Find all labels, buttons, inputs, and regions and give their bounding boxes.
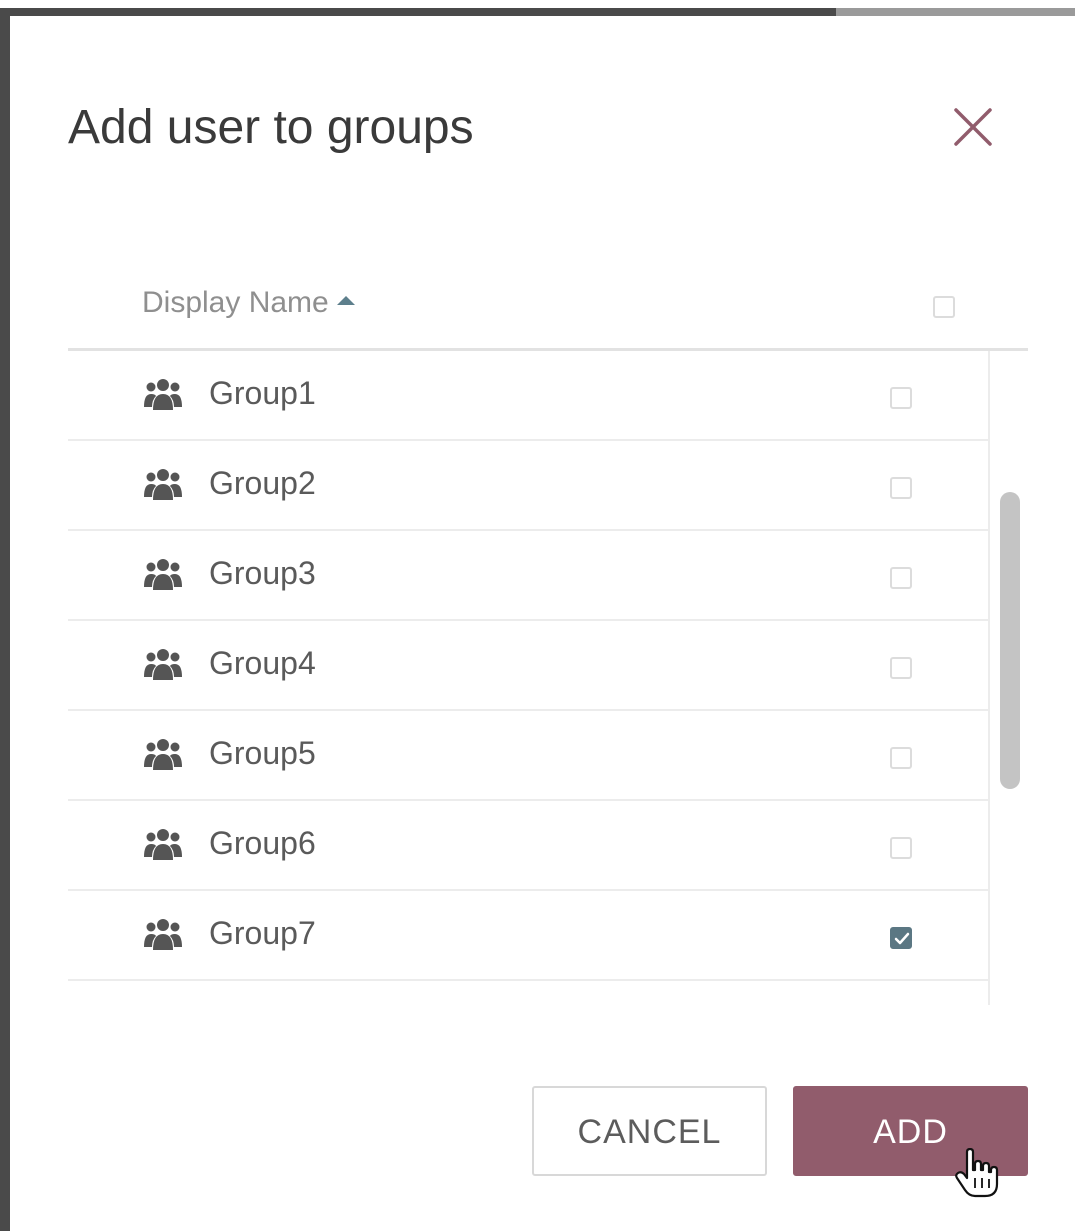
- group-name: Group3: [209, 555, 316, 591]
- hand-pointer-cursor-icon: [955, 1148, 999, 1198]
- display-name-column-label: Display Name: [142, 286, 329, 319]
- display-name-column-header[interactable]: Display Name: [142, 286, 355, 320]
- group-icon: [144, 559, 182, 590]
- dialog-window: Add user to groups Display Name Group1 G…: [0, 0, 1075, 1231]
- group-checkbox-checked[interactable]: [890, 927, 912, 949]
- group-name: Group1: [209, 375, 316, 411]
- group-row[interactable]: Group1: [68, 351, 988, 441]
- cancel-button[interactable]: CANCEL: [532, 1086, 767, 1176]
- sort-ascending-icon: [336, 295, 355, 305]
- group-checkbox[interactable]: [890, 477, 912, 499]
- group-icon: [144, 649, 182, 680]
- group-row[interactable]: Group4: [68, 621, 988, 711]
- window-top-edge-light: [836, 8, 1075, 16]
- group-row[interactable]: Group2: [68, 441, 988, 531]
- group-checkbox[interactable]: [890, 837, 912, 859]
- group-name: Group2: [209, 465, 316, 501]
- group-icon: [144, 829, 182, 860]
- group-checkbox[interactable]: [890, 567, 912, 589]
- group-name: Group5: [209, 735, 316, 771]
- group-row[interactable]: Group3: [68, 531, 988, 621]
- close-button[interactable]: [950, 104, 998, 152]
- group-name: Group7: [209, 915, 316, 951]
- group-icon: [144, 919, 182, 950]
- group-icon: [144, 469, 182, 500]
- table-header: Display Name: [68, 276, 1028, 349]
- checkmark-icon: [894, 932, 910, 945]
- dialog-title: Add user to groups: [68, 101, 474, 154]
- group-list: Group1 Group2 Group3 Group4 Group5 Group…: [68, 351, 988, 1005]
- select-all-checkbox[interactable]: [933, 296, 955, 318]
- group-row[interactable]: Group5: [68, 711, 988, 801]
- group-checkbox[interactable]: [890, 747, 912, 769]
- group-name: Group4: [209, 645, 316, 681]
- group-row[interactable]: Group7: [68, 891, 988, 981]
- group-checkbox[interactable]: [890, 657, 912, 679]
- group-row[interactable]: Group6: [68, 801, 988, 891]
- window-edge: [0, 8, 10, 1231]
- group-icon: [144, 379, 182, 410]
- group-name: Group6: [209, 825, 316, 861]
- close-icon: [954, 108, 992, 146]
- group-icon: [144, 739, 182, 770]
- group-checkbox[interactable]: [890, 387, 912, 409]
- window-top-edge: [0, 8, 836, 16]
- scrollbar-thumb[interactable]: [1000, 492, 1020, 789]
